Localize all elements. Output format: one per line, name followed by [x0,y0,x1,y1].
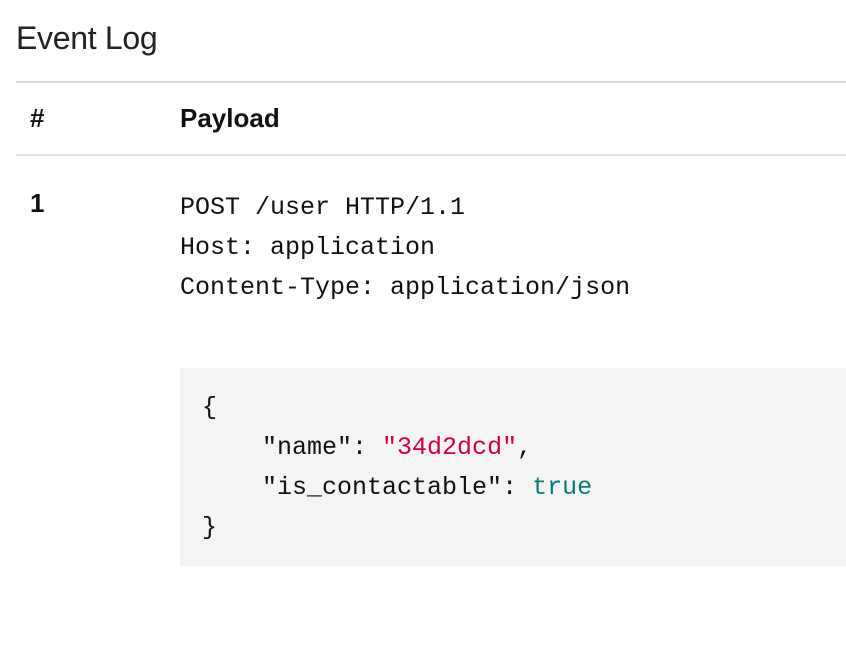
event-log-table: # Payload 1 POST /user HTTP/1.1 Host: ap… [16,81,846,580]
table-row: 1 POST /user HTTP/1.1 Host: application … [16,155,846,580]
row-index: 1 [16,155,166,580]
row-payload: POST /user HTTP/1.1 Host: application Co… [166,155,846,580]
header-index: # [16,82,166,155]
header-payload: Payload [166,82,846,155]
http-headers: POST /user HTTP/1.1 Host: application Co… [180,188,846,308]
page-title: Event Log [16,20,846,57]
json-payload: { "name": "34d2dcd", "is_contactable": t… [180,368,846,566]
